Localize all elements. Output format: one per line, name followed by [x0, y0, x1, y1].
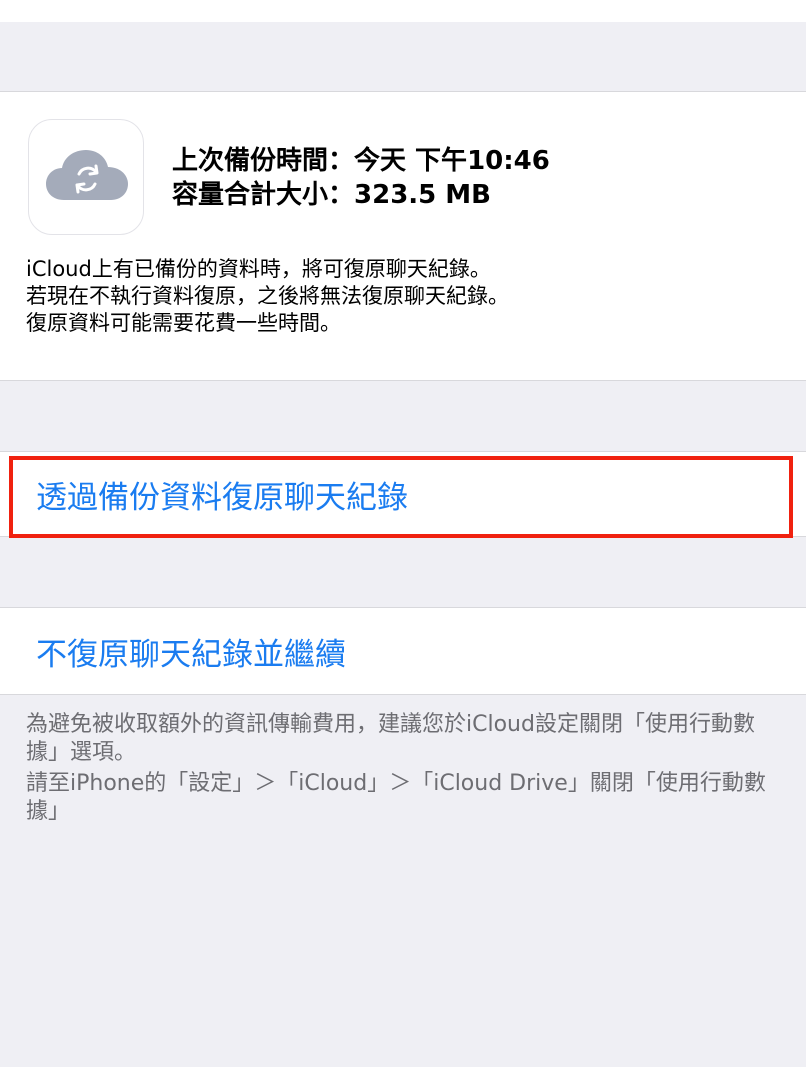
mobile-data-note: 為避免被收取額外的資訊傳輸費用，建議您於iCloud設定關閉「使用行動數據」選項…	[26, 711, 786, 829]
restore-from-backup-label: 透過備份資料復原聊天紀錄	[36, 480, 408, 516]
backup-description: iCloud上有已備份的資料時，將可復原聊天紀錄。 若現在不執行資料復原，之後將…	[26, 256, 786, 337]
skip-restore-continue-button[interactable]: 不復原聊天紀錄並繼續	[0, 607, 806, 695]
description-line: 若現在不執行資料復原，之後將無法復原聊天紀錄。	[26, 284, 509, 308]
restore-from-backup-button[interactable]: 透過備份資料復原聊天紀錄	[0, 451, 806, 537]
backup-size: 容量合計大小：323.5 MB	[172, 178, 491, 212]
skip-restore-label: 不復原聊天紀錄並繼續	[36, 637, 346, 673]
description-line: iCloud上有已備份的資料時，將可復原聊天紀錄。	[26, 257, 491, 281]
icloud-sync-icon	[28, 119, 144, 235]
last-backup-time-value: 10:46	[467, 146, 550, 176]
backup-size-label: 容量合計大小：	[172, 180, 355, 210]
last-backup-label: 上次備份時間：今天 下午	[172, 146, 468, 176]
backup-info-card: 上次備份時間：今天 下午10:46 容量合計大小：323.5 MB iCloud…	[0, 91, 806, 381]
top-strip	[0, 0, 806, 22]
mobile-data-instructions: 請至iPhone的「設定」＞「iCloud」＞「iCloud Drive」關閉「…	[26, 771, 766, 824]
backup-size-value: 323.5 MB	[354, 180, 491, 210]
mobile-data-warning: 為避免被收取額外的資訊傳輸費用，建議您於iCloud設定關閉「使用行動數據」選項…	[26, 712, 755, 765]
description-line: 復原資料可能需要花費一些時間。	[26, 311, 341, 335]
last-backup-time: 上次備份時間：今天 下午10:46	[172, 144, 550, 178]
